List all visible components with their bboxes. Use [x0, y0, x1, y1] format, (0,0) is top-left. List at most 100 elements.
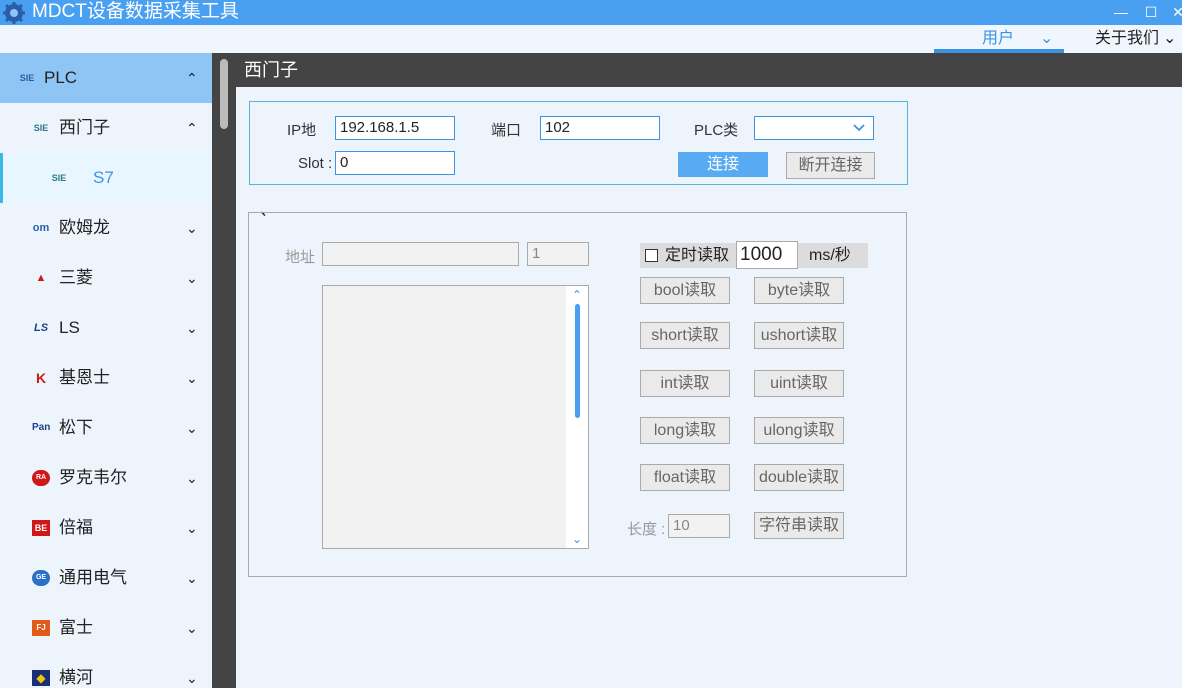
long-read-button[interactable]: long读取 [640, 417, 730, 444]
sidebar-item-label: LS [59, 318, 80, 337]
slot-field[interactable]: 0 [335, 151, 455, 175]
user-menu-label: 用户 [982, 30, 1015, 47]
output-scrollbar[interactable]: ⌃ ⌄ [566, 286, 588, 548]
beckhoff-icon: BE [32, 520, 50, 536]
fuji-icon: FJ [32, 620, 50, 636]
chevron-down-icon: ⌄ [186, 520, 198, 536]
ip-field[interactable]: 192.168.1.5 [335, 116, 455, 140]
keyence-icon: K [35, 370, 47, 386]
siemens-icon: SIE [51, 173, 67, 183]
sidebar-item-label: 西门子 [59, 118, 110, 137]
minimize-button[interactable]: — [1111, 2, 1131, 22]
ulong-read-button[interactable]: ulong读取 [754, 417, 844, 444]
sidebar-scrollbar[interactable] [212, 53, 236, 688]
ip-label: IP地 [287, 122, 317, 139]
about-menu[interactable]: 关于我们 ⌄ [1095, 25, 1176, 53]
sidebar-item-label: 三菱 [59, 268, 93, 287]
chevron-down-icon: ⌄ [186, 320, 198, 336]
plc-type-label: PLC类 [694, 122, 739, 139]
ushort-read-button[interactable]: ushort读取 [754, 322, 844, 349]
sidebar-item-omron[interactable]: om 欧姆龙 ⌄ [0, 203, 212, 253]
panasonic-icon: Pan [32, 422, 51, 433]
slot-label: Slot : [298, 155, 333, 172]
uint-read-button[interactable]: uint读取 [754, 370, 844, 397]
short-read-button[interactable]: short读取 [640, 322, 730, 349]
sidebar-item-mitsubishi[interactable]: ▲ 三菱 ⌄ [0, 253, 212, 303]
bool-read-button[interactable]: bool读取 [640, 277, 730, 304]
sidebar-item-panasonic[interactable]: Pan 松下 ⌄ [0, 403, 212, 453]
count-field[interactable]: 1 [527, 242, 589, 266]
int-read-button[interactable]: int读取 [640, 370, 730, 397]
sidebar: SIE PLC ⌃ SIE 西门子 ⌃ SIE S7 om 欧姆龙 ⌄ ▲ 三菱… [0, 53, 212, 688]
sidebar-item-s7[interactable]: SIE S7 [0, 153, 212, 203]
sidebar-item-rockwell[interactable]: RA 罗克韦尔 ⌄ [0, 453, 212, 503]
scrollbar-thumb[interactable] [220, 59, 228, 129]
chevron-down-icon [853, 124, 865, 132]
chevron-down-icon: ⌄ [186, 420, 198, 436]
menu-bar: 用户 ⌄ 关于我们 ⌄ [0, 25, 1182, 53]
chevron-up-icon: ⌃ [186, 70, 198, 86]
double-read-button[interactable]: double读取 [754, 464, 844, 491]
yokogawa-icon: ◆ [32, 670, 50, 686]
chevron-down-icon: ⌄ [186, 570, 198, 586]
chevron-down-icon: ⌄ [186, 470, 198, 486]
sidebar-item-fuji[interactable]: FJ 富士 ⌄ [0, 603, 212, 653]
sidebar-item-label: 罗克韦尔 [59, 468, 127, 487]
plc-icon: SIE [19, 73, 35, 83]
maximize-button[interactable]: ☐ [1141, 2, 1161, 22]
chevron-down-icon: ⌄ [186, 620, 198, 636]
chevron-down-icon[interactable]: ⌄ [566, 532, 588, 546]
mitsubishi-icon: ▲ [35, 272, 47, 284]
disconnect-button[interactable]: 断开连接 [786, 152, 875, 179]
timer-read-checkbox[interactable] [645, 249, 658, 262]
rockwell-icon: RA [32, 470, 50, 486]
sidebar-item-ge[interactable]: GE 通用电气 ⌄ [0, 553, 212, 603]
title-bar: MDCT设备数据采集工具 — ☐ ✕ [0, 0, 1182, 25]
timer-unit-label: ms/秒 [809, 247, 851, 264]
sidebar-item-keyence[interactable]: K 基恩士 ⌄ [0, 353, 212, 403]
sidebar-item-ls[interactable]: LS LS ⌄ [0, 303, 212, 353]
timer-interval-field[interactable]: 1000 [736, 241, 798, 269]
chevron-down-icon: ⌄ [186, 370, 198, 386]
sidebar-item-beckhoff[interactable]: BE 倍福 ⌄ [0, 503, 212, 553]
sidebar-item-label: 松下 [59, 418, 93, 437]
page-title: 西门子 [244, 60, 298, 80]
sidebar-item-label: 富士 [59, 618, 93, 637]
sidebar-item-label: 基恩士 [59, 368, 110, 387]
chevron-down-icon: ⌄ [186, 220, 198, 236]
float-read-button[interactable]: float读取 [640, 464, 730, 491]
timer-read-label: 定时读取 [665, 247, 730, 264]
address-field[interactable] [322, 242, 519, 266]
sidebar-item-label: 通用电气 [59, 568, 127, 587]
ge-icon: GE [32, 570, 50, 586]
string-read-button[interactable]: 字符串读取 [754, 512, 844, 539]
byte-read-button[interactable]: byte读取 [754, 277, 844, 304]
output-textarea[interactable]: ⌃ ⌄ [322, 285, 589, 549]
sidebar-group-plc[interactable]: SIE PLC ⌃ [0, 53, 212, 103]
length-label: 长度 : [627, 521, 666, 538]
port-label: 端口 [491, 122, 522, 139]
close-button[interactable]: ✕ [1168, 2, 1182, 22]
chevron-up-icon: ⌃ [186, 120, 198, 136]
scrollbar-thumb[interactable] [575, 304, 580, 418]
sidebar-item-yokogawa[interactable]: ◆ 横河 ⌄ [0, 653, 212, 688]
user-menu[interactable]: 用户 ⌄ [934, 25, 1064, 53]
siemens-icon: SIE [33, 123, 49, 133]
chevron-up-icon[interactable]: ⌃ [566, 288, 588, 302]
gear-icon [3, 2, 25, 24]
sidebar-item-label: 横河 [59, 668, 93, 687]
sidebar-item-label: 倍福 [59, 518, 93, 537]
length-field[interactable]: 10 [668, 514, 730, 538]
connect-button[interactable]: 连接 [678, 152, 768, 177]
omron-icon: om [32, 222, 50, 234]
plc-type-select[interactable] [754, 116, 874, 140]
chevron-down-icon: ⌄ [1163, 30, 1177, 47]
window-title: MDCT设备数据采集工具 [32, 1, 239, 22]
sidebar-item-label: 欧姆龙 [59, 218, 110, 237]
sidebar-item-siemens[interactable]: SIE 西门子 ⌃ [0, 103, 212, 153]
port-field[interactable]: 102 [540, 116, 660, 140]
address-label: 地址 [285, 249, 316, 266]
sidebar-group-label: PLC [44, 68, 78, 87]
chevron-down-icon: ⌄ [1040, 30, 1054, 47]
page-title-bar: 西门子 [236, 53, 1182, 87]
